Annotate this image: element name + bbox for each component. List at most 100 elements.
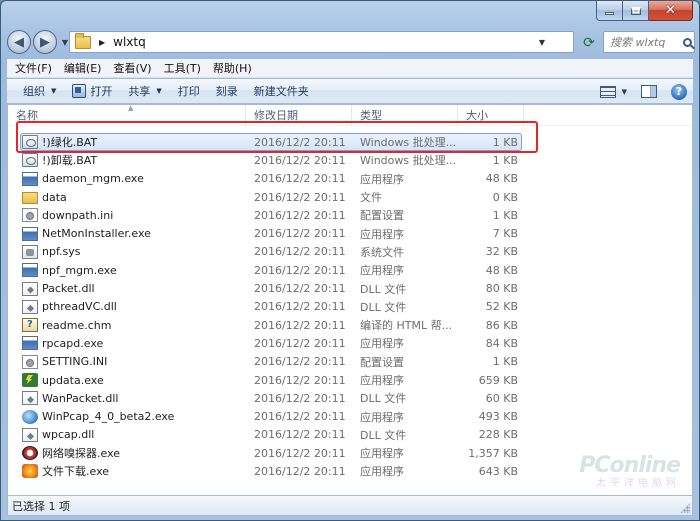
resize-grip[interactable]: [680, 503, 690, 513]
file-type: 应用程序: [360, 465, 404, 479]
file-name: WanPacket.dll: [42, 391, 119, 405]
search-input[interactable]: [610, 35, 682, 49]
file-row[interactable]: npf_mgm.exe 2016/12/2 20:11 应用程序 48 KB: [8, 261, 692, 279]
address-path[interactable]: wlxtq: [113, 35, 146, 49]
exe-icon: [22, 263, 38, 278]
file-row[interactable]: Packet.dll 2016/12/2 20:11 DLL 文件 80 KB: [8, 279, 692, 297]
file-name-cell[interactable]: Packet.dll: [8, 281, 246, 296]
file-row[interactable]: wpcap.dll 2016/12/2 20:11 DLL 文件 228 KB: [8, 426, 692, 444]
file-row[interactable]: WinPcap_4_0_beta2.exe 2016/12/2 20:11 应用程序…: [8, 407, 692, 425]
print-button[interactable]: 打印: [170, 80, 208, 103]
file-name: NetMonInstaller.exe: [42, 227, 151, 241]
open-button[interactable]: 打开: [64, 80, 120, 103]
file-name: wpcap.dll: [42, 428, 95, 442]
file-row[interactable]: updata.exe 2016/12/2 20:11 应用程序 659 KB: [8, 371, 692, 389]
file-name-cell[interactable]: WinPcap_4_0_beta2.exe: [8, 409, 246, 424]
file-date: 2016/12/2 20:11: [254, 263, 346, 277]
file-size: 1,357 KB: [468, 446, 518, 460]
preview-pane-icon[interactable]: [641, 85, 657, 98]
menu-edit[interactable]: 编辑(E): [58, 60, 108, 76]
share-button[interactable]: 共享 ▼: [120, 80, 169, 103]
file-date: 2016/12/2 20:11: [254, 172, 346, 186]
file-date: 2016/12/2 20:11: [254, 135, 346, 149]
dll-icon: [22, 427, 38, 442]
file-name: !)卸载.BAT: [42, 154, 98, 168]
file-row[interactable]: daemon_mgm.exe 2016/12/2 20:11 应用程序 48 KB: [8, 170, 692, 188]
file-name-cell[interactable]: WanPacket.dll: [8, 391, 246, 406]
file-row[interactable]: readme.chm 2016/12/2 20:11 编译的 HTML 帮... 86…: [8, 316, 692, 334]
change-view-icon[interactable]: [599, 85, 616, 98]
exe-icon: [22, 226, 38, 241]
file-name-cell[interactable]: readme.chm: [8, 318, 246, 333]
column-type[interactable]: 类型: [352, 104, 458, 126]
file-row[interactable]: SETTING.INI 2016/12/2 20:11 配置设置 1 KB: [8, 353, 692, 371]
file-name-cell[interactable]: pthreadVC.dll: [8, 299, 246, 314]
file-name-cell[interactable]: updata.exe: [8, 373, 246, 387]
file-date: 2016/12/2 20:11: [254, 208, 346, 222]
column-date-modified[interactable]: 修改日期: [246, 104, 352, 126]
chm-icon: [22, 318, 38, 333]
minimize-button[interactable]: [596, 1, 623, 21]
file-name-cell[interactable]: 文件下载.exe: [8, 463, 246, 479]
status-text: 已选择 1 项: [12, 499, 70, 513]
file-name-cell[interactable]: rpcapd.exe: [8, 336, 246, 351]
column-name[interactable]: ▲ 名称: [8, 104, 246, 126]
column-size[interactable]: 大小: [458, 104, 524, 126]
burn-button[interactable]: 刻录: [208, 80, 246, 103]
refresh-button[interactable]: ⟳: [577, 32, 601, 53]
new-folder-button[interactable]: 新建文件夹: [246, 80, 317, 103]
file-row[interactable]: pthreadVC.dll 2016/12/2 20:11 DLL 文件 52 KB: [8, 298, 692, 316]
file-name-cell[interactable]: !)卸载.BAT: [8, 152, 246, 168]
file-name-cell[interactable]: SETTING.INI: [8, 354, 246, 369]
forward-button[interactable]: ▶: [33, 30, 57, 54]
menu-help[interactable]: 帮助(H): [207, 60, 258, 76]
file-date: 2016/12/2 20:11: [254, 410, 346, 424]
close-button[interactable]: ✕: [649, 1, 693, 21]
menu-file[interactable]: 文件(F): [9, 60, 58, 76]
explorer-window: ✕ ◀ ▶ ▼ ▶ wlxtq ▼ ⟳ 文件(F) 编辑(E) 查看(V) 工具…: [0, 0, 700, 521]
file-row[interactable]: !)绿化.BAT 2016/12/2 20:11 Windows 批处理... 1 K…: [8, 133, 692, 151]
file-type: 应用程序: [360, 374, 404, 387]
back-button[interactable]: ◀: [7, 30, 31, 54]
file-date: 2016/12/2 20:11: [254, 391, 346, 405]
file-size: 86 KB: [485, 318, 518, 332]
view-options-chevron-icon[interactable]: ▼: [622, 88, 627, 96]
file-type: 应用程序: [360, 410, 404, 424]
dll-icon: [22, 299, 38, 314]
file-name-cell[interactable]: npf.sys: [8, 244, 246, 259]
menu-tools[interactable]: 工具(T): [158, 60, 207, 76]
file-name-cell[interactable]: NetMonInstaller.exe: [8, 226, 246, 241]
file-name-cell[interactable]: data: [8, 190, 246, 205]
search-icon[interactable]: [683, 37, 692, 47]
search-box[interactable]: [603, 31, 695, 53]
address-bar[interactable]: ▶ wlxtq ▼: [69, 31, 574, 53]
bat-icon: [22, 153, 38, 168]
file-row[interactable]: npf.sys 2016/12/2 20:11 系统文件 32 KB: [8, 243, 692, 261]
menu-view[interactable]: 查看(V): [107, 60, 157, 76]
file-row[interactable]: data 2016/12/2 20:11 文件 0 KB: [8, 188, 692, 206]
file-row[interactable]: NetMonInstaller.exe 2016/12/2 20:11 应用程序 7 …: [8, 224, 692, 242]
file-name-cell[interactable]: wpcap.dll: [8, 427, 246, 442]
menu-bar: 文件(F) 编辑(E) 查看(V) 工具(T) 帮助(H): [7, 59, 693, 78]
help-icon[interactable]: ?: [671, 83, 687, 100]
maximize-button[interactable]: [623, 1, 649, 21]
breadcrumb-separator-icon[interactable]: ▶: [99, 38, 105, 47]
file-name-cell[interactable]: !)绿化.BAT: [8, 134, 246, 150]
file-row[interactable]: rpcapd.exe 2016/12/2 20:11 应用程序 84 KB: [8, 334, 692, 352]
file-size: 1 KB: [492, 208, 518, 222]
file-name-cell[interactable]: npf_mgm.exe: [8, 263, 246, 278]
download-icon: [22, 464, 38, 479]
file-type: DLL 文件: [360, 282, 407, 296]
file-row[interactable]: WanPacket.dll 2016/12/2 20:11 DLL 文件 60 KB: [8, 389, 692, 407]
organize-button[interactable]: 组织 ▼: [15, 80, 64, 103]
address-dropdown-icon[interactable]: ▼: [535, 32, 549, 52]
file-row[interactable]: !)卸载.BAT 2016/12/2 20:11 Windows 批处理... 1 K…: [8, 151, 692, 169]
file-name-cell[interactable]: 网络嗅探器.exe: [8, 445, 246, 461]
file-name-cell[interactable]: daemon_mgm.exe: [8, 171, 246, 186]
dll-icon: [22, 281, 38, 296]
file-type: 应用程序: [360, 172, 404, 186]
file-name: data: [42, 190, 67, 204]
file-name-cell[interactable]: downpath.ini: [8, 208, 246, 223]
file-size: 643 KB: [478, 464, 518, 478]
file-row[interactable]: downpath.ini 2016/12/2 20:11 配置设置 1 KB: [8, 206, 692, 224]
